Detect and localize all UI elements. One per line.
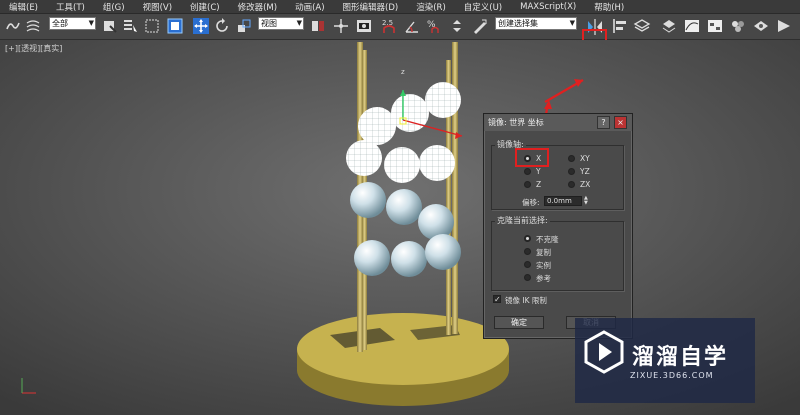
axis-yz-label: YZ [580,167,590,176]
clone-none-radio[interactable] [524,235,531,242]
offset-input[interactable]: 0.0mm [544,196,582,206]
menu-item[interactable]: 组(G) [94,1,134,13]
render-setup-icon[interactable] [752,17,770,35]
clone-reference-radio[interactable] [524,274,531,281]
menu-item[interactable]: 图形编辑器(D) [334,1,408,13]
snaps-toggle-icon[interactable]: 2.5 [380,17,398,35]
menu-bar: 编辑(E) 工具(T) 组(G) 视图(V) 创建(C) 修改器(M) 动画(A) 图形编辑器… [0,0,800,14]
render-frame-icon[interactable] [775,17,793,35]
viewport-label[interactable]: [+][透视][真实] [5,43,62,54]
axis-y-radio[interactable] [524,168,531,175]
menu-item[interactable]: 创建(C) [181,1,229,13]
axis-y-label: Y [536,167,541,176]
watermark-url: ZIXUE.3D66.COM [630,371,714,380]
clone-none-label: 不克隆 [536,235,559,244]
sphere-solid [354,240,390,276]
offset-spinner-icon[interactable]: ▲ ▼ [584,196,589,206]
watermark-logo-icon [584,330,624,374]
sphere-wire [358,107,396,145]
menu-item[interactable]: MAXScript(X) [511,2,585,12]
select-and-scale-icon[interactable] [235,17,253,35]
axis-x-highlight-box [515,148,549,167]
curve-editor-icon[interactable] [683,17,701,35]
chevron-down-icon: ▼ [569,19,575,27]
select-manipulate-icon[interactable] [332,17,350,35]
menu-item[interactable]: 帮助(H) [585,1,633,13]
sphere-solid [350,182,386,218]
sphere-wire [425,82,461,118]
axis-zx-label: ZX [580,180,591,189]
axis-xy-radio[interactable] [568,155,575,162]
dialog-help-button[interactable]: ? [597,116,610,129]
keyboard-shortcut-icon[interactable] [355,17,373,35]
menu-item[interactable]: 渲染(R) [407,1,455,13]
sphere-wire [391,94,429,132]
menu-item[interactable]: 视图(V) [134,1,181,13]
window-crossing-icon[interactable] [166,17,184,35]
selection-filter-value: 全部 [52,19,68,28]
axis-yz-radio[interactable] [568,168,575,175]
axis-z-radio[interactable] [524,181,531,188]
gizmo-z-label: z [401,68,405,76]
offset-label: 偏移: [522,198,540,207]
mirror-ik-checkbox[interactable]: ✓ [493,295,501,304]
scene-explorer-icon[interactable] [660,17,678,35]
sphere-solid [386,189,422,225]
edit-named-sets-icon[interactable] [471,17,489,35]
clone-instance-label: 实例 [536,261,551,270]
ok-button[interactable]: 确定 [494,316,544,329]
clone-copy-label: 复制 [536,248,551,257]
main-toolbar: 全部 ▼ 视图 ▼ 2.5 % 创建选择集 ▼ [0,14,800,52]
named-selection-set-value: 创建选择集 [498,19,538,28]
mirror-ik-label: 镜像 IK 限制 [505,296,547,305]
selection-filter-select[interactable]: 全部 ▼ [49,17,96,30]
select-and-rotate-icon[interactable] [213,17,231,35]
watermark-title: 溜溜自学 [632,345,729,370]
menu-item[interactable]: 修改器(M) [229,1,286,13]
sphere-wire [384,147,420,183]
menu-item[interactable]: 编辑(E) [0,1,47,13]
bind-spacewarp-icon[interactable] [24,17,42,35]
chevron-down-icon: ▼ [88,19,94,27]
sphere-wire [346,140,382,176]
sphere-solid [418,204,454,240]
clone-instance-radio[interactable] [524,261,531,268]
rect-selection-region-icon[interactable] [143,17,161,35]
reference-coord-select[interactable]: 视图 ▼ [258,17,304,30]
percent-snap-icon[interactable]: % [425,17,443,35]
clone-group-label: 克隆当前选择: [495,215,550,226]
material-editor-icon[interactable] [729,17,747,35]
schematic-view-icon[interactable] [706,17,724,35]
pivot-center-icon[interactable] [309,17,327,35]
base-top [297,313,509,385]
clone-reference-label: 参考 [536,274,551,283]
sphere-solid [391,241,427,277]
menu-item[interactable]: 工具(T) [47,1,94,13]
link-icon[interactable] [4,17,22,35]
named-selection-set-select[interactable]: 创建选择集 ▼ [495,17,577,30]
sphere-solid [425,234,461,270]
reference-coord-value: 视图 [261,19,277,28]
select-by-name-icon[interactable] [121,17,139,35]
menu-item[interactable]: 动画(A) [286,1,333,13]
select-and-move-icon[interactable] [192,17,210,35]
angle-snap-icon[interactable] [403,17,421,35]
axis-xy-label: XY [580,154,590,163]
chevron-down-icon: ▼ [296,19,302,27]
spinner-snap-icon[interactable] [448,17,466,35]
align-icon[interactable] [611,17,629,35]
axis-zx-radio[interactable] [568,181,575,188]
sphere-wire [419,145,455,181]
clone-copy-radio[interactable] [524,248,531,255]
select-object-icon[interactable] [101,17,119,35]
clone-group [491,221,624,291]
svg-text:%: % [427,20,436,30]
menu-item[interactable]: 自定义(U) [455,1,511,13]
layer-manager-icon[interactable] [633,17,651,35]
axis-z-label: Z [536,180,542,189]
dialog-close-button[interactable]: × [614,116,627,129]
